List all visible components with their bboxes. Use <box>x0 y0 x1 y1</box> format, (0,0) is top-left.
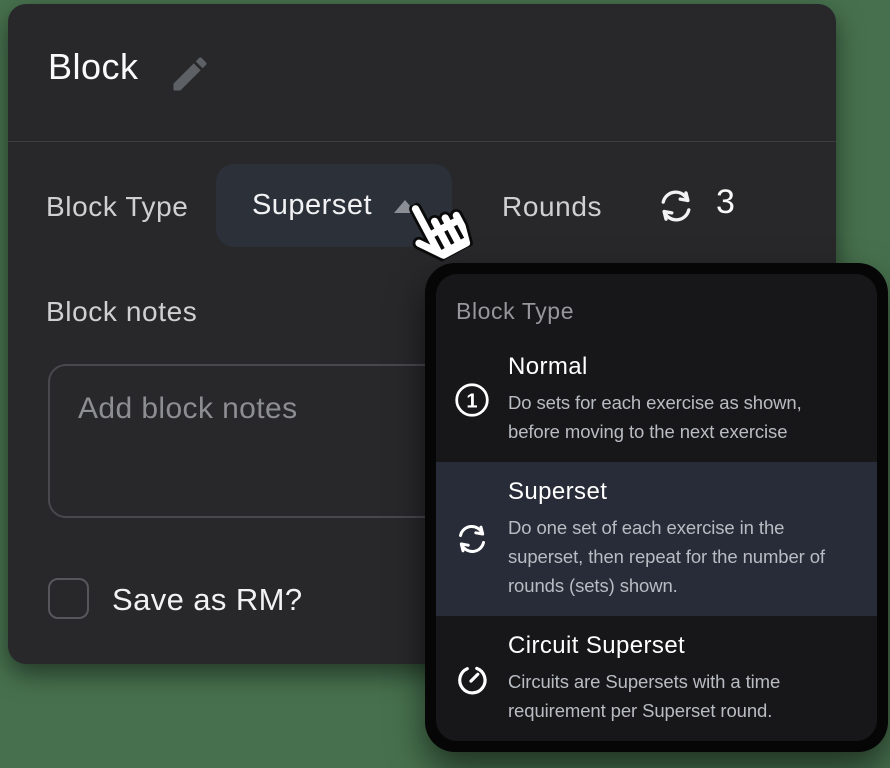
block-notes-label: Block notes <box>46 296 197 328</box>
menu-header: Block Type <box>456 298 877 325</box>
repeat-icon <box>656 186 696 226</box>
rounds-value[interactable]: 3 <box>716 183 735 222</box>
block-type-dropdown-button[interactable]: Superset <box>216 164 452 247</box>
block-type-menu-inner: Block Type 1 Normal Do sets for each exe… <box>436 274 877 741</box>
save-rm-label: Save as RM? <box>112 582 302 618</box>
option-description: Circuits are Supersets with a time requi… <box>508 667 861 725</box>
circled-one-icon: 1 <box>450 381 494 419</box>
header-divider <box>8 141 836 142</box>
option-description: Do sets for each exercise as shown, befo… <box>508 388 861 446</box>
block-type-menu: Block Type 1 Normal Do sets for each exe… <box>425 263 888 752</box>
chevron-up-icon <box>394 200 416 213</box>
menu-option-normal[interactable]: 1 Normal Do sets for each exercise as sh… <box>436 337 877 462</box>
edit-pencil-icon[interactable] <box>168 52 212 96</box>
option-title: Superset <box>508 478 861 506</box>
svg-text:1: 1 <box>466 390 477 412</box>
option-description: Do one set of each exercise in the super… <box>508 513 861 600</box>
option-title: Circuit Superset <box>508 632 861 660</box>
timer-icon <box>450 660 494 698</box>
menu-option-superset[interactable]: Superset Do one set of each exercise in … <box>436 462 877 616</box>
menu-option-circuit-superset[interactable]: Circuit Superset Circuits are Supersets … <box>436 616 877 741</box>
repeat-icon <box>450 521 494 557</box>
save-rm-checkbox[interactable] <box>48 578 89 619</box>
option-title: Normal <box>508 353 861 381</box>
page-title: Block <box>48 46 139 88</box>
block-type-label: Block Type <box>46 191 188 223</box>
block-type-value: Superset <box>252 189 372 222</box>
rounds-label: Rounds <box>502 191 602 223</box>
